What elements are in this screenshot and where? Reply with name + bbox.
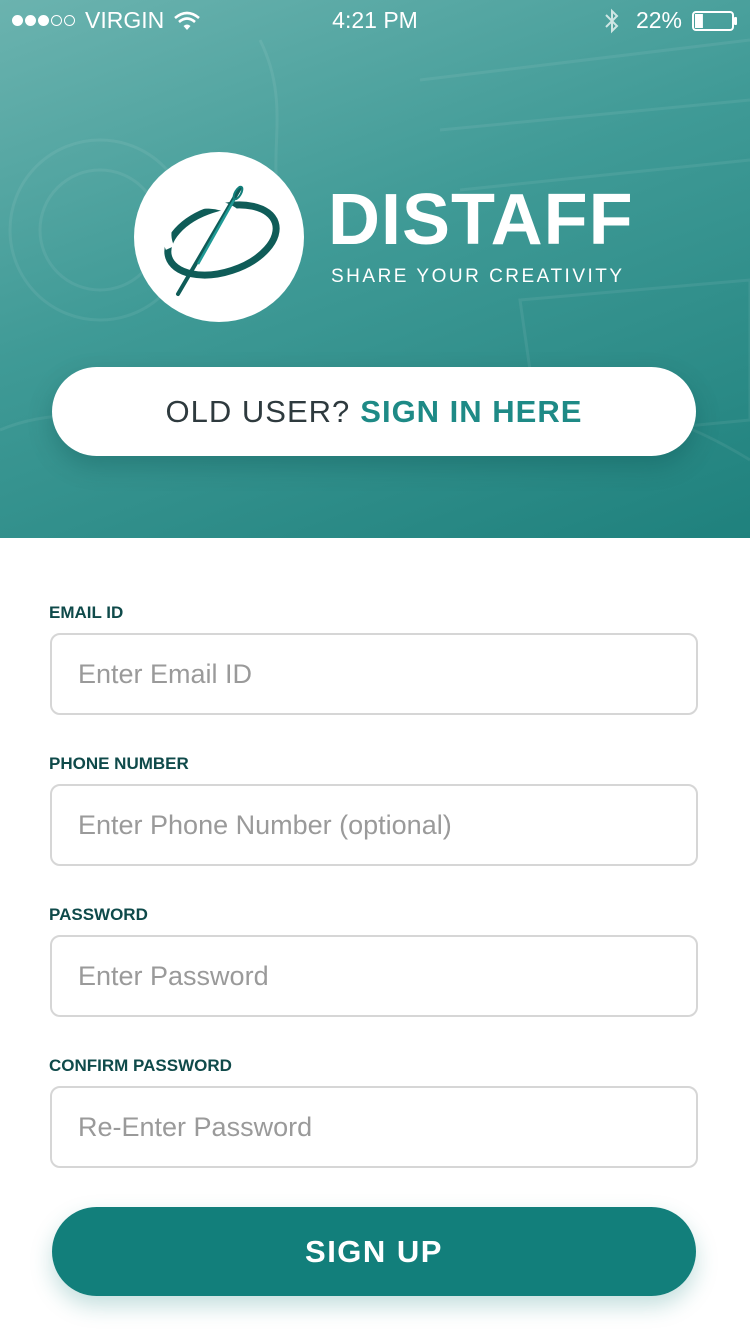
password-field[interactable]: [50, 935, 698, 1017]
email-label: EMAIL ID: [49, 603, 124, 622]
status-bar: VIRGIN 4:21 PM 22%: [0, 0, 750, 40]
email-field[interactable]: [50, 633, 698, 715]
sign-up-button[interactable]: SIGN UP: [52, 1207, 696, 1296]
phone-label: PHONE NUMBER: [49, 754, 189, 773]
confirm-password-label: CONFIRM PASSWORD: [49, 1056, 232, 1075]
battery-percent: 22%: [635, 7, 682, 33]
hero-header: VIRGIN 4:21 PM 22% DISTAFF SHARE YOUR CR…: [0, 0, 750, 538]
sign-in-button[interactable]: OLD USER? SIGN IN HERE: [52, 367, 696, 456]
confirm-password-field[interactable]: [50, 1086, 698, 1168]
password-label: PASSWORD: [49, 905, 148, 924]
sign-in-prefix: OLD USER?: [165, 393, 351, 429]
brand-tagline: SHARE YOUR CREATIVITY: [331, 266, 625, 287]
needle-thread-icon: [162, 185, 280, 296]
phone-field[interactable]: [50, 784, 698, 866]
battery-icon: [692, 10, 737, 31]
logo-badge: [134, 152, 304, 322]
bluetooth-icon: [605, 8, 619, 33]
brand-name: DISTAFF: [328, 180, 634, 260]
sign-in-link[interactable]: SIGN IN HERE: [360, 394, 582, 430]
